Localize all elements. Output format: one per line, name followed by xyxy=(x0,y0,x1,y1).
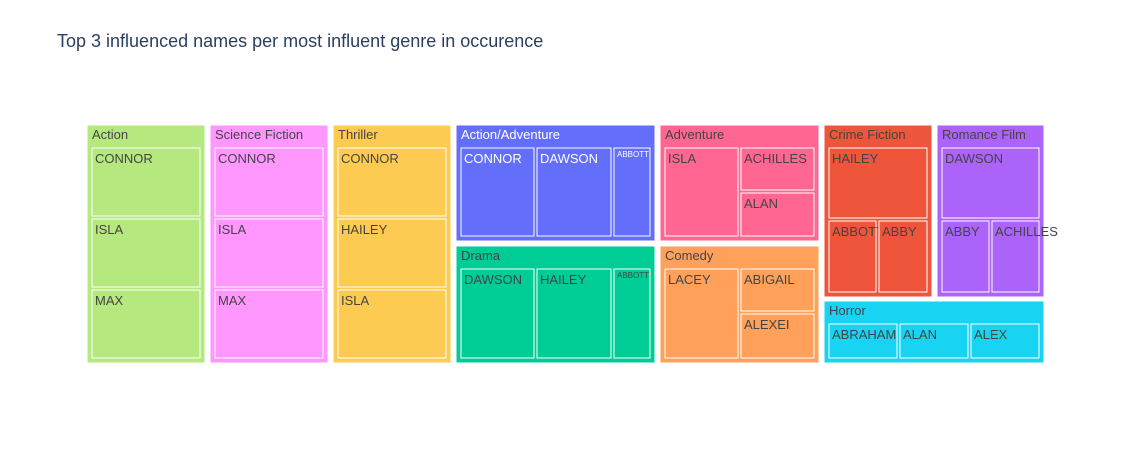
treemap-group-romance-film[interactable]: Romance Film DAWSON ABBY ACHILLES xyxy=(936,124,1058,298)
treemap-leaf-label-adventure-isla: ISLA xyxy=(668,151,697,166)
treemap-plot-area: Action CONNOR ISLA MAX Science Fiction CONNOR… xyxy=(86,124,1058,364)
treemap-leaf-label-adventure-alan: ALAN xyxy=(744,196,778,211)
treemap-group-label-horror: Horror xyxy=(829,303,867,318)
treemap-chart: Action CONNOR ISLA MAX Science Fiction CONNOR… xyxy=(86,124,1058,364)
treemap-leaf-label-science-fiction-max: MAX xyxy=(218,293,247,308)
treemap-group-label-action-adventure: Action/Adventure xyxy=(461,127,560,142)
treemap-group-label-drama: Drama xyxy=(461,248,501,263)
treemap-leaf-label-drama-hailey: HAILEY xyxy=(540,272,587,287)
treemap-leaf-label-adventure-achilles: ACHILLES xyxy=(744,151,807,166)
treemap-group-label-thriller: Thriller xyxy=(338,127,378,142)
treemap-group-action-adventure[interactable]: Action/Adventure CONNOR DAWSON ABBOTT xyxy=(455,124,656,242)
treemap-group-action[interactable]: Action CONNOR ISLA MAX xyxy=(86,124,206,364)
treemap-leaf-label-comedy-lacey: LACEY xyxy=(668,272,711,287)
treemap-leaf-label-action-adventure-connor: CONNOR xyxy=(464,151,522,166)
treemap-leaf-label-crime-fiction-abbott: ABBOTT xyxy=(832,224,884,239)
treemap-leaf-rect-drama-abbott[interactable] xyxy=(613,268,651,359)
treemap-group-horror[interactable]: Horror ABRAHAM ALAN ALEX xyxy=(823,300,1045,364)
treemap-group-label-science-fiction: Science Fiction xyxy=(215,127,303,142)
treemap-leaf-label-action-adventure-dawson: DAWSON xyxy=(540,151,598,166)
treemap-group-crime-fiction[interactable]: Crime Fiction HAILEY ABBOTTABBY xyxy=(823,124,933,298)
treemap-leaf-label-comedy-abigail: ABIGAIL xyxy=(744,272,795,287)
treemap-leaf-label-thriller-connor: CONNOR xyxy=(341,151,399,166)
treemap-leaf-label-romance-film-abby: ABBY xyxy=(945,224,980,239)
treemap-leaf-label-horror-alex: ALEX xyxy=(974,327,1008,342)
treemap-group-drama[interactable]: Drama DAWSON HAILEY ABBOTT xyxy=(455,245,656,364)
treemap-leaf-label-comedy-alexei: ALEXEI xyxy=(744,317,790,332)
treemap-group-label-crime-fiction: Crime Fiction xyxy=(829,127,906,142)
treemap-leaf-label-crime-fiction-abby: ABBY xyxy=(882,224,917,239)
treemap-leaf-label-thriller-isla: ISLA xyxy=(341,293,370,308)
treemap-leaf-label-drama-dawson: DAWSON xyxy=(464,272,522,287)
treemap-leaf-label-action-connor: CONNOR xyxy=(95,151,153,166)
treemap-leaf-label-romance-film-achilles: ACHILLES xyxy=(995,224,1058,239)
treemap-leaf-label-drama-abbott: ABBOTT xyxy=(617,271,649,280)
treemap-leaf-rect-action-adventure-abbott[interactable] xyxy=(613,147,651,237)
treemap-leaf-label-action-max: MAX xyxy=(95,293,124,308)
treemap-leaf-label-science-fiction-isla: ISLA xyxy=(218,222,247,237)
treemap-leaf-label-thriller-hailey: HAILEY xyxy=(341,222,388,237)
treemap-group-comedy[interactable]: Comedy LACEY ABIGAIL ALEXEI xyxy=(659,245,820,364)
treemap-leaf-label-horror-alan: ALAN xyxy=(903,327,937,342)
treemap-group-label-action: Action xyxy=(92,127,128,142)
treemap-group-label-comedy: Comedy xyxy=(665,248,714,263)
treemap-group-label-romance-film: Romance Film xyxy=(942,127,1026,142)
treemap-leaf-label-horror-abraham: ABRAHAM xyxy=(832,327,896,342)
treemap-leaf-label-science-fiction-connor: CONNOR xyxy=(218,151,276,166)
treemap-leaf-label-action-adventure-abbott: ABBOTT xyxy=(617,150,649,159)
treemap-group-thriller[interactable]: Thriller CONNOR HAILEY ISLA xyxy=(332,124,452,364)
treemap-group-label-adventure: Adventure xyxy=(665,127,724,142)
treemap-group-adventure[interactable]: Adventure ISLA ACHILLES ALAN xyxy=(659,124,820,242)
treemap-group-science-fiction[interactable]: Science Fiction CONNOR ISLA MAX xyxy=(209,124,329,364)
treemap-leaf-label-action-isla: ISLA xyxy=(95,222,124,237)
treemap-leaf-label-crime-fiction-hailey: HAILEY xyxy=(832,151,879,166)
treemap-leaf-label-romance-film-dawson: DAWSON xyxy=(945,151,1003,166)
